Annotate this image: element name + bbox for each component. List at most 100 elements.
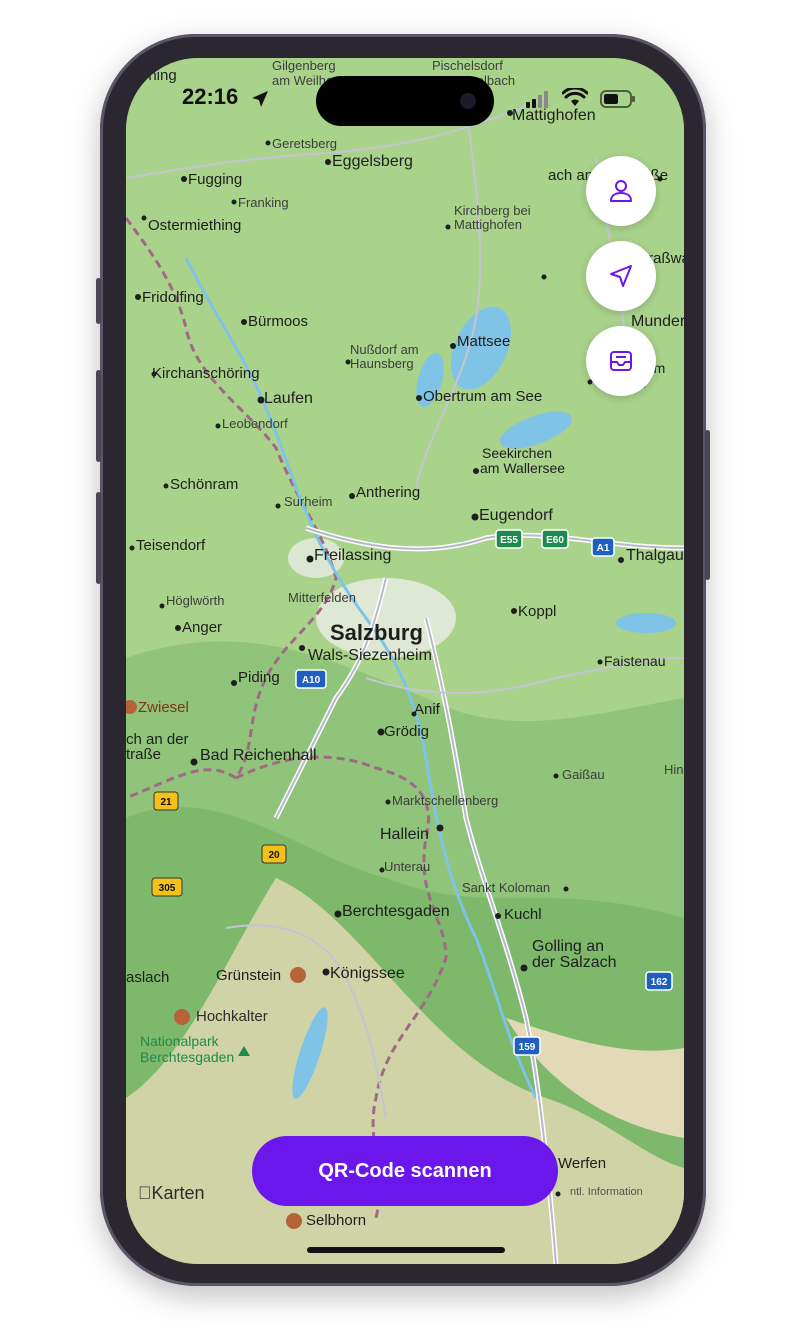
place-label: Eggelsberg	[332, 153, 413, 170]
place-label: Höglwörth	[166, 593, 225, 608]
place-label: Mitterfelden	[288, 590, 356, 605]
volume-up-button	[96, 370, 101, 462]
svg-text:E60: E60	[546, 535, 564, 546]
place-label: Fugging	[188, 171, 242, 188]
svg-text:Berchtesgaden: Berchtesgaden	[140, 1049, 234, 1065]
legal-link[interactable]: ntl. Information	[570, 1186, 643, 1198]
place-label: Piding	[238, 669, 280, 686]
svg-text:305: 305	[159, 883, 176, 894]
svg-text:20: 20	[268, 850, 280, 861]
place-label: Bad Reichenhall	[200, 747, 317, 764]
svg-text:Seekirchen: Seekirchen	[482, 445, 552, 461]
place-label: Geretsberg	[272, 136, 337, 151]
svg-text:159: 159	[519, 1042, 536, 1053]
road-shield-e55: E55	[495, 529, 523, 549]
place-label: Werfen	[558, 1155, 606, 1172]
place-label: Anthering	[356, 484, 420, 501]
place-label: Anger	[182, 619, 222, 636]
place-label: Marktschellenberg	[392, 793, 498, 808]
svg-text:Golling an: Golling an	[532, 938, 604, 955]
place-label: Fridolfing	[142, 289, 204, 306]
map[interactable]: oning Gilgenberg am Weilhart Pischelsdor…	[126, 58, 684, 1264]
place-label: Leobendorf	[222, 416, 288, 431]
svg-text:E55: E55	[500, 535, 518, 546]
place-label: Berchtesgaden	[342, 903, 450, 920]
svg-text:162: 162	[651, 977, 668, 988]
place-label: Zwiesel	[138, 699, 189, 716]
place-label: Freilassing	[314, 547, 391, 564]
road-shield-21: 21	[153, 791, 179, 811]
svg-text:Hin: Hin	[664, 762, 684, 777]
place-label: Obertrum am See	[423, 388, 542, 405]
battery-icon	[600, 90, 635, 108]
screen: oning Gilgenberg am Weilhart Pischelsdor…	[126, 58, 684, 1264]
place-label: Thalgau	[626, 547, 684, 564]
place-label: Wals-Siezenheim	[308, 647, 432, 664]
status-bar: 22:16	[126, 58, 684, 126]
svg-text:traße: traße	[126, 746, 161, 763]
place-label: Bürmoos	[248, 313, 308, 330]
place-label: Eugendorf	[479, 507, 553, 524]
place-label: Kuchl	[504, 906, 542, 923]
svg-text:Nußdorf am: Nußdorf am	[350, 342, 419, 357]
place-label: Ostermiething	[148, 217, 241, 234]
place-label: Koppl	[518, 603, 556, 620]
status-time: 22:16	[182, 84, 239, 109]
location-services-icon	[252, 91, 268, 107]
place-label: Schönram	[170, 476, 238, 493]
place-label: Königssee	[330, 965, 405, 982]
maps-attribution-label: Karten	[138, 1183, 205, 1203]
inbox-button[interactable]	[586, 326, 656, 396]
power-button	[705, 430, 710, 580]
road-shield-e60: E60	[541, 529, 569, 549]
maps-attribution[interactable]: Karten	[138, 1183, 205, 1204]
place-label: Hochkalter	[196, 1008, 268, 1025]
road-shield-305: 305	[151, 877, 183, 897]
place-label: Teisendorf	[136, 537, 206, 554]
svg-text:A10: A10	[302, 675, 321, 686]
wifi-icon	[562, 88, 588, 106]
place-label: Surheim	[284, 494, 332, 509]
place-label: Mattsee	[457, 333, 510, 350]
volume-down-button	[96, 492, 101, 584]
road-shield-a1: A1	[591, 537, 615, 557]
apple-logo-icon: 	[138, 1183, 152, 1203]
home-indicator	[307, 1247, 505, 1253]
place-label: Hallein	[380, 826, 429, 843]
profile-button[interactable]	[586, 156, 656, 226]
road-shield-a10: A10	[295, 669, 327, 689]
svg-text:21: 21	[160, 797, 172, 808]
road-shield-20: 20	[261, 844, 287, 864]
inbox-tray-icon	[610, 351, 632, 371]
svg-text:der Salzach: der Salzach	[532, 954, 617, 971]
svg-text:Kirchberg bei: Kirchberg bei	[454, 203, 531, 218]
place-label: Grünstein	[216, 967, 281, 984]
cellular-signal-icon	[526, 91, 548, 108]
scan-qr-button[interactable]: QR-Code scannen	[252, 1136, 558, 1206]
mute-switch	[96, 278, 101, 324]
place-label: Munderfing	[631, 313, 684, 330]
place-label: Anif	[414, 701, 441, 718]
place-label: Sankt Koloman	[462, 880, 550, 895]
place-label: Selbhorn	[306, 1212, 366, 1229]
svg-text:A1: A1	[597, 543, 610, 554]
svg-text:Haunsberg: Haunsberg	[350, 356, 414, 371]
place-label: Gaißau	[562, 767, 605, 782]
place-label: Unterau	[384, 859, 430, 874]
place-label: Kirchanschöring	[152, 365, 260, 382]
place-label: Grödig	[384, 723, 429, 740]
road-shield-162: 162	[645, 971, 673, 991]
svg-text:am Wallersee: am Wallersee	[480, 460, 565, 476]
road-shield-159: 159	[513, 1036, 541, 1056]
place-label: Faistenau	[604, 653, 665, 669]
svg-text:Nationalpark: Nationalpark	[140, 1033, 220, 1049]
lake-fuschl	[616, 613, 676, 633]
svg-text:Mattighofen: Mattighofen	[454, 217, 522, 232]
person-icon	[610, 180, 632, 202]
location-arrow-icon	[610, 265, 632, 287]
dynamic-island	[316, 76, 494, 126]
salzburg-label: Salzburg	[330, 620, 423, 645]
place-label: Franking	[238, 195, 289, 210]
locate-me-button[interactable]	[586, 241, 656, 311]
place-label: aslach	[126, 969, 169, 986]
